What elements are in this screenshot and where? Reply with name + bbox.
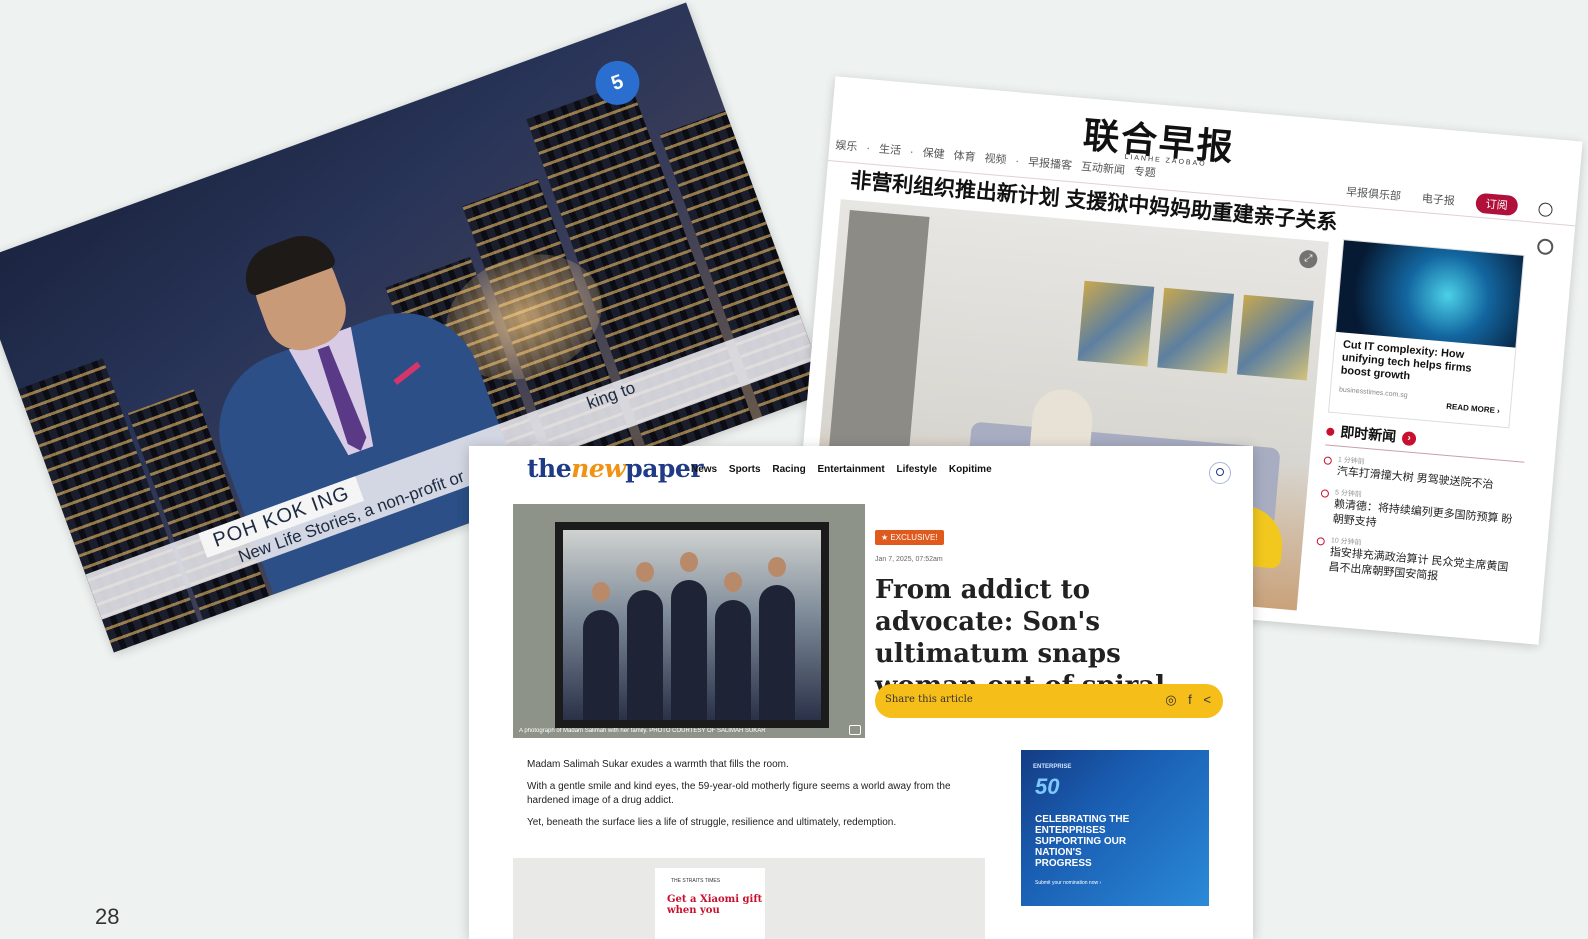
subscribe-button[interactable]: 订阅 <box>1474 192 1519 217</box>
arrow-right-icon[interactable]: › <box>1401 431 1417 447</box>
nav-news[interactable]: News <box>691 464 717 475</box>
photo-caption: A photograph of Madam Salimah with her f… <box>519 728 766 734</box>
article-date: Jan 7, 2025, 07:52am <box>875 556 943 563</box>
zaobao-epaper-link[interactable]: 电子报 <box>1421 193 1455 208</box>
face <box>680 552 698 572</box>
nav-racing[interactable]: Racing <box>772 464 805 475</box>
figure <box>671 580 707 720</box>
wall-art <box>1236 294 1314 381</box>
nav-entertainment[interactable]: Entertainment <box>817 464 884 475</box>
paragraph: With a gentle smile and kind eyes, the 5… <box>527 781 951 806</box>
logo-the: the <box>527 454 572 483</box>
wall-art <box>1077 280 1155 367</box>
figure <box>627 590 663 720</box>
ad-read-more[interactable]: READ MORE › <box>1446 402 1500 416</box>
ad-domain: businesstimes.com.sg <box>1338 386 1408 400</box>
face <box>636 562 654 582</box>
ad-top: ENTERPRISE <box>1033 764 1072 770</box>
page-number: 28 <box>95 904 120 929</box>
share-bar: Share this article ◎ f < <box>875 684 1223 718</box>
article-title: From addict to advocate: Son's ultimatum… <box>875 575 1165 701</box>
search-icon[interactable] <box>1536 238 1554 256</box>
paragraph: Madam Salimah Sukar exudes a warmth that… <box>527 759 789 770</box>
nav-lifestyle[interactable]: Lifestyle <box>897 464 938 475</box>
bottom-ad-panel: THE STRAITS TIMES Get a Xiaomi gift when… <box>655 868 765 939</box>
logo-new: new <box>571 454 626 483</box>
share-icons[interactable]: ◎ f < <box>1165 692 1211 708</box>
figure <box>715 600 751 720</box>
figure <box>583 610 619 720</box>
live-dot-icon <box>1325 427 1335 437</box>
bottom-ad-top: THE STRAITS TIMES <box>671 878 721 884</box>
badge-text: EXCLUSIVE! <box>890 533 938 542</box>
tnp-screenshot: thenewpaper News Sports Racing Entertain… <box>469 446 1253 939</box>
user-icon[interactable] <box>1537 202 1554 218</box>
nav-kopitime[interactable]: Kopitime <box>949 464 992 475</box>
face <box>768 557 786 577</box>
tnp-logo[interactable]: thenewpaper <box>527 454 703 483</box>
bottom-ad[interactable]: THE STRAITS TIMES Get a Xiaomi gift when… <box>513 858 985 939</box>
wall-art <box>1157 287 1234 374</box>
exclusive-badge: ★ EXCLUSIVE! <box>875 530 944 545</box>
ad-number: 50 <box>1035 774 1060 799</box>
bottom-ad-text: Get a Xiaomi gift when you <box>667 894 763 916</box>
face <box>724 572 742 592</box>
expand-icon[interactable]: ⤢ <box>1298 249 1319 269</box>
article-photo: A photograph of Madam Salimah with her f… <box>513 504 865 738</box>
share-label: Share this article <box>885 694 973 705</box>
camera-icon <box>849 725 861 735</box>
face <box>592 582 610 602</box>
live-news-item[interactable]: 5 分钟前 赖清德：将持续编列更多国防预算 盼朝野支持 <box>1318 486 1521 543</box>
search-icon[interactable] <box>1209 462 1231 484</box>
live-news-panel: 即时新闻 › 1 分钟前 汽车打滑撞大树 男驾驶送院不治 5 分钟前 赖清德：将持… <box>1314 420 1527 591</box>
zaobao-club-link[interactable]: 早报俱乐部 <box>1346 186 1402 203</box>
paragraph: Yet, beneath the surface lies a life of … <box>527 817 897 828</box>
nav-sports[interactable]: Sports <box>729 464 761 475</box>
ad-image <box>1336 240 1524 348</box>
family-photo-frame <box>555 522 829 728</box>
zaobao-side-ad[interactable]: Cut IT complexity: How unifying tech hel… <box>1328 239 1525 429</box>
tnp-nav: News Sports Racing Entertainment Lifesty… <box>691 464 1001 475</box>
ad-title: Cut IT complexity: How unifying tech hel… <box>1340 338 1473 383</box>
ad-text: CELEBRATING THE ENTERPRISES SUPPORTING O… <box>1035 814 1130 869</box>
article-body: Madam Salimah Sukar exudes a warmth that… <box>527 758 977 838</box>
ad-cta[interactable]: Submit your nomination now › <box>1035 880 1101 886</box>
live-news-title: 即时新闻 <box>1339 423 1397 445</box>
live-news-item[interactable]: 10 分钟前 指安排充满政治算计 民众党主席黄国昌不出席朝野国安简报 <box>1314 534 1517 591</box>
figure <box>759 585 795 720</box>
side-ad[interactable]: ENTERPRISE 50 CELEBRATING THE ENTERPRISE… <box>1021 750 1209 906</box>
